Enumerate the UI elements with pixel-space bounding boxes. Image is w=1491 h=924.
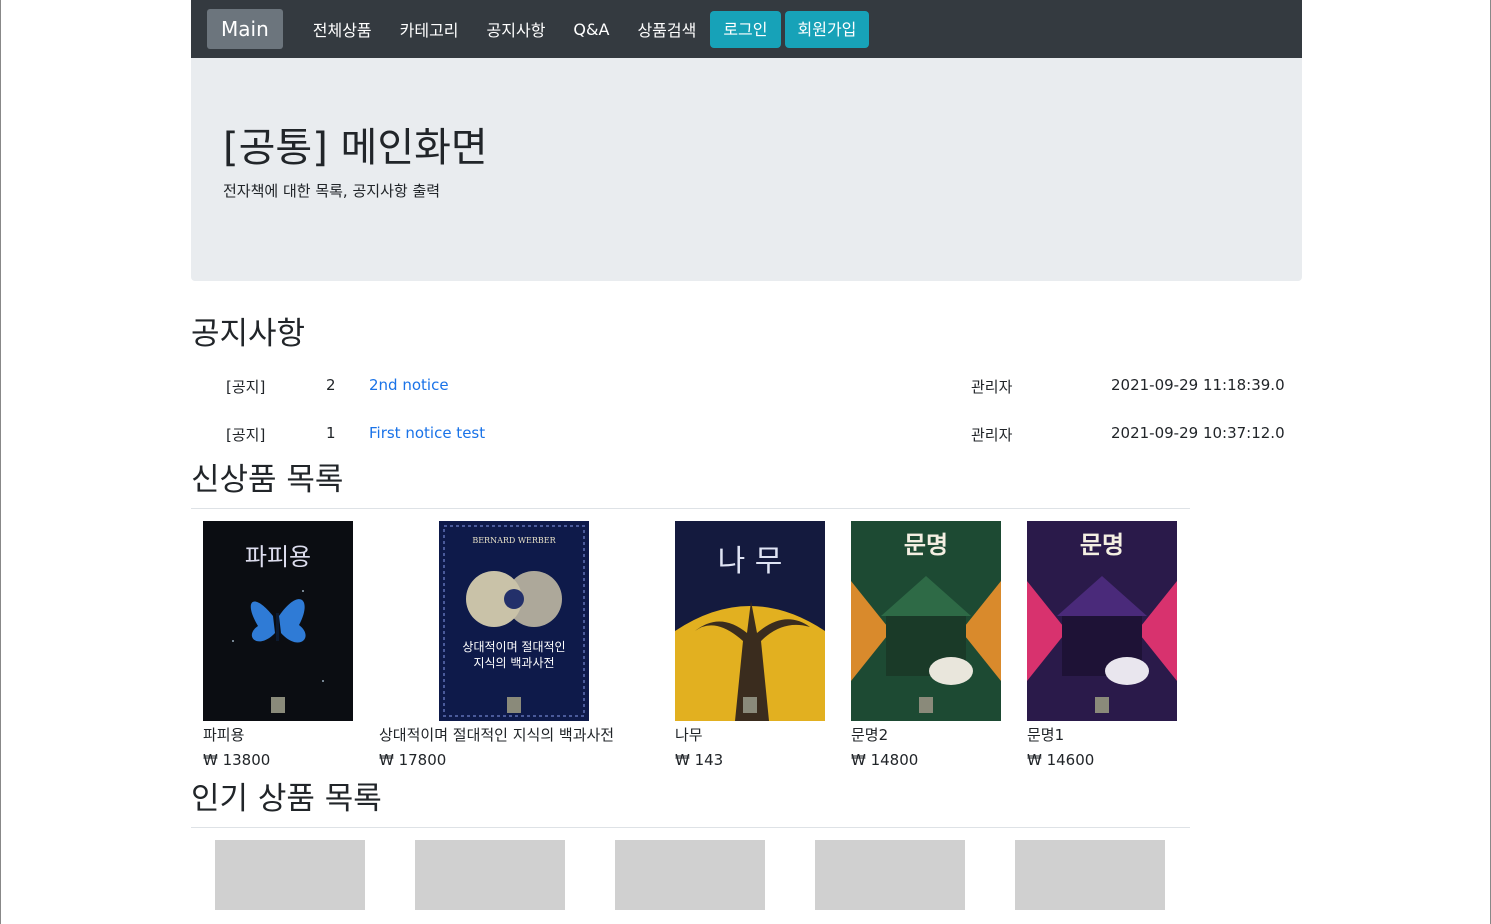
notice-number: 1: [326, 424, 336, 442]
notice-tag: [공지]: [226, 426, 266, 444]
product-card[interactable]: 파피용 파피용 ₩ 13800: [203, 521, 353, 769]
product-name[interactable]: 파피용: [203, 724, 353, 745]
product-name[interactable]: 문명1: [1027, 724, 1177, 745]
notice-number: 2: [326, 376, 336, 394]
product-image-placeholder[interactable]: [415, 840, 565, 910]
new-products-heading: 신상품 목록: [191, 462, 344, 498]
login-button[interactable]: 로그인: [710, 10, 781, 48]
notice-row: [공지] 1 First notice test 관리자 2021-09-29 …: [191, 410, 1302, 458]
product-name[interactable]: 나무: [675, 724, 825, 745]
signup-button[interactable]: 회원가입: [784, 10, 870, 48]
nav-category[interactable]: 카테고리: [386, 17, 473, 41]
book-cover-image[interactable]: BERNARD WERBER 상대적이며 절대적인 지식의 백과사전: [439, 521, 589, 721]
page-title: [공통] 메인화면: [223, 125, 488, 171]
top-navbar: Main 전체상품 카테고리 공지사항 Q&A 상품검색 로그인 회원가입: [191, 0, 1302, 58]
notice-title-link[interactable]: First notice test: [369, 424, 485, 442]
notice-title-link[interactable]: 2nd notice: [369, 376, 449, 394]
product-image-placeholder[interactable]: [1015, 840, 1165, 910]
popular-products-list: [191, 828, 1302, 910]
notice-heading: 공지사항: [191, 316, 306, 352]
new-products-list: 파피용 파피용 ₩ 13800 BERNARD WERBER 상대적이며 절대적…: [191, 509, 1302, 779]
svg-text:문명: 문명: [904, 530, 948, 559]
notice-author: 관리자: [971, 426, 1013, 444]
page-subtitle: 전자책에 대한 목록, 공지사항 출력: [223, 182, 441, 200]
svg-text:지식의 백과사전: 지식의 백과사전: [473, 656, 554, 670]
book-cover-image[interactable]: 문명: [851, 521, 1001, 721]
nav-qna[interactable]: Q&A: [559, 20, 623, 39]
product-name[interactable]: 상대적이며 절대적인 지식의 백과사전: [379, 724, 614, 745]
product-price: ₩ 14800: [851, 751, 919, 769]
svg-text:문명: 문명: [1080, 530, 1124, 559]
book-cover-image[interactable]: 문명: [1027, 521, 1177, 721]
book-cover-image[interactable]: 나 무: [675, 521, 825, 721]
nav-all-products[interactable]: 전체상품: [299, 17, 386, 41]
jumbotron: [공통] 메인화면 전자책에 대한 목록, 공지사항 출력: [191, 58, 1302, 281]
product-card[interactable]: BERNARD WERBER 상대적이며 절대적인 지식의 백과사전 상대적이며…: [379, 521, 614, 769]
new-products-header: 신상품 목록: [191, 460, 1190, 509]
notice-tag: [공지]: [226, 378, 266, 396]
svg-text:파피용: 파피용: [245, 543, 311, 571]
notice-author: 관리자: [971, 378, 1013, 396]
product-price: ₩ 17800: [379, 751, 447, 769]
notice-row: [공지] 2 2nd notice 관리자 2021-09-29 11:18:3…: [191, 362, 1302, 410]
product-card[interactable]: 문명 문명1 ₩ 14600: [1027, 521, 1177, 769]
notice-date: 2021-09-29 10:37:12.0: [1111, 424, 1285, 442]
product-price: ₩ 13800: [203, 751, 271, 769]
notice-list: [공지] 2 2nd notice 관리자 2021-09-29 11:18:3…: [191, 362, 1302, 458]
svg-text:나 무: 나 무: [718, 544, 783, 579]
popular-products-header: 인기 상품 목록: [191, 779, 1190, 828]
product-price: ₩ 143: [675, 751, 724, 769]
svg-text:BERNARD WERBER: BERNARD WERBER: [472, 536, 556, 545]
page-container: Main 전체상품 카테고리 공지사항 Q&A 상품검색 로그인 회원가입 [공…: [191, 0, 1302, 910]
book-cover-image[interactable]: 파피용: [203, 521, 353, 721]
nav-notice[interactable]: 공지사항: [473, 17, 560, 41]
product-card[interactable]: 문명 문명2 ₩ 14800: [851, 521, 1001, 769]
product-name[interactable]: 문명2: [851, 724, 1001, 745]
notice-date: 2021-09-29 11:18:39.0: [1111, 376, 1285, 394]
product-image-placeholder[interactable]: [815, 840, 965, 910]
nav-product-search[interactable]: 상품검색: [623, 17, 710, 41]
product-image-placeholder[interactable]: [215, 840, 365, 910]
brand-link[interactable]: Main: [207, 9, 283, 49]
popular-products-heading: 인기 상품 목록: [191, 781, 382, 817]
product-price: ₩ 14600: [1027, 751, 1095, 769]
svg-text:상대적이며 절대적인: 상대적이며 절대적인: [462, 640, 565, 654]
product-image-placeholder[interactable]: [615, 840, 765, 910]
product-card[interactable]: 나 무 나무 ₩ 143: [675, 521, 825, 769]
